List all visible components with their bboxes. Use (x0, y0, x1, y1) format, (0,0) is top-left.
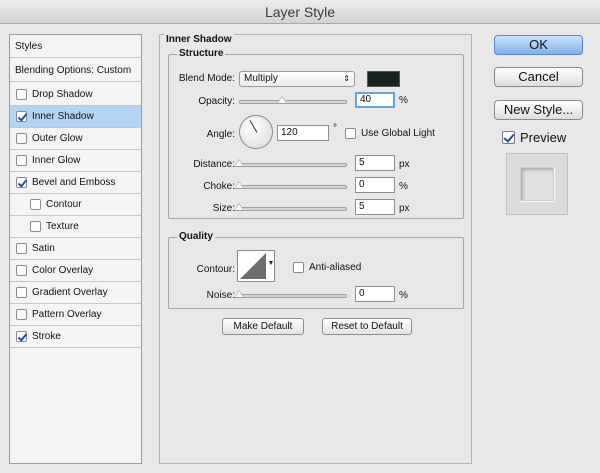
angle-unit: ° (333, 123, 337, 134)
size-label: Size: (212, 203, 235, 214)
preview-inner-square (520, 167, 554, 201)
opacity-input[interactable]: 40 (355, 92, 395, 108)
preview-checkbox[interactable] (502, 131, 515, 144)
opacity-unit: % (399, 95, 408, 106)
style-item-checkbox[interactable] (16, 243, 27, 254)
style-item-checkbox[interactable] (16, 331, 27, 342)
style-item-checkbox[interactable] (16, 155, 27, 166)
style-item-inner-shadow[interactable]: Inner Shadow (10, 106, 141, 128)
preview-thumbnail (506, 153, 568, 215)
ok-button[interactable]: OK (494, 35, 583, 55)
inner-shadow-panel: Inner Shadow Structure Blend Mode: Multi… (159, 34, 472, 464)
style-item-label: Outer Glow (32, 133, 83, 144)
style-item-label: Bevel and Emboss (32, 177, 116, 188)
opacity-slider-thumb[interactable] (277, 96, 288, 104)
contour-label: Contour: (196, 264, 235, 275)
style-item-checkbox[interactable] (16, 89, 27, 100)
angle-label: Angle: (206, 129, 235, 140)
style-item-checkbox[interactable] (16, 177, 27, 188)
opacity-label: Opacity: (198, 96, 235, 107)
style-item-checkbox[interactable] (30, 199, 41, 210)
window-titlebar: Layer Style (0, 0, 600, 24)
style-item-pattern-overlay[interactable]: Pattern Overlay (10, 304, 141, 326)
style-item-label: Texture (46, 221, 79, 232)
choke-label: Choke: (203, 181, 235, 192)
styles-header[interactable]: Styles (10, 35, 141, 58)
choke-input[interactable]: 0 (355, 177, 395, 193)
style-item-gradient-overlay[interactable]: Gradient Overlay (10, 282, 141, 304)
distance-slider-thumb[interactable] (234, 159, 244, 167)
angle-dial[interactable] (239, 115, 273, 149)
choke-unit: % (399, 181, 408, 192)
noise-label: Noise: (206, 290, 235, 301)
style-item-checkbox[interactable] (16, 111, 27, 122)
updown-arrows-icon: ⇕ (343, 74, 350, 83)
style-item-label: Stroke (32, 331, 61, 342)
global-light-checkbox[interactable] (345, 128, 356, 139)
style-item-label: Gradient Overlay (32, 287, 108, 298)
style-item-outer-glow[interactable]: Outer Glow (10, 128, 141, 150)
new-style-button[interactable]: New Style... (494, 100, 583, 120)
quality-title: Quality (177, 231, 215, 242)
style-item-color-overlay[interactable]: Color Overlay (10, 260, 141, 282)
style-item-stroke[interactable]: Stroke (10, 326, 141, 348)
style-item-checkbox[interactable] (16, 133, 27, 144)
style-item-checkbox[interactable] (30, 221, 41, 232)
style-item-inner-glow[interactable]: Inner Glow (10, 150, 141, 172)
reset-to-default-button[interactable]: Reset to Default (322, 318, 412, 335)
distance-input[interactable]: 5 (355, 155, 395, 171)
linear-contour-icon (240, 253, 273, 279)
style-item-label: Pattern Overlay (32, 309, 102, 320)
size-slider-thumb[interactable] (234, 203, 244, 211)
quality-group: Quality Contour: Anti-aliased Noise: 0 % (168, 231, 464, 309)
noise-input[interactable]: 0 (355, 286, 395, 302)
style-item-checkbox[interactable] (16, 265, 27, 276)
choke-slider-thumb[interactable] (234, 181, 244, 189)
make-default-button[interactable]: Make Default (222, 318, 304, 335)
blending-options-item[interactable]: Blending Options: Custom (10, 59, 141, 82)
style-item-checkbox[interactable] (16, 287, 27, 298)
style-item-satin[interactable]: Satin (10, 238, 141, 260)
style-item-bevel-and-emboss[interactable]: Bevel and Emboss (10, 172, 141, 194)
cancel-button[interactable]: Cancel (494, 67, 583, 87)
blend-mode-value: Multiply (244, 73, 278, 84)
distance-label: Distance: (193, 159, 235, 170)
anti-aliased-checkbox[interactable] (293, 262, 304, 273)
structure-group: Structure Blend Mode: Multiply ⇕ Opacity… (168, 48, 464, 219)
style-item-checkbox[interactable] (16, 309, 27, 320)
distance-slider[interactable] (239, 163, 347, 167)
size-input[interactable]: 5 (355, 199, 395, 215)
style-item-label: Drop Shadow (32, 89, 93, 100)
style-item-label: Inner Shadow (32, 111, 94, 122)
style-item-label: Contour (46, 199, 82, 210)
preview-label: Preview (520, 130, 567, 145)
opacity-slider[interactable] (239, 100, 347, 104)
blend-mode-select[interactable]: Multiply ⇕ (239, 71, 355, 87)
angle-indicator (249, 120, 258, 133)
style-item-label: Color Overlay (32, 265, 94, 276)
noise-unit: % (399, 290, 408, 301)
noise-slider-thumb[interactable] (234, 290, 244, 298)
size-slider[interactable] (239, 207, 347, 211)
panel-title: Inner Shadow (164, 34, 234, 45)
style-item-label: Satin (32, 243, 55, 254)
style-item-texture[interactable]: Texture (10, 216, 141, 238)
blend-mode-label: Blend Mode: (178, 73, 235, 84)
structure-title: Structure (177, 48, 226, 59)
contour-picker[interactable] (237, 250, 275, 282)
style-item-drop-shadow[interactable]: Drop Shadow (10, 84, 141, 106)
global-light-label: Use Global Light (361, 128, 435, 139)
distance-unit: px (399, 159, 410, 170)
anti-aliased-label: Anti-aliased (309, 262, 362, 273)
style-item-label: Inner Glow (32, 155, 81, 166)
choke-slider[interactable] (239, 185, 347, 189)
style-item-contour[interactable]: Contour (10, 194, 141, 216)
shadow-color-swatch[interactable] (367, 71, 400, 87)
size-unit: px (399, 203, 410, 214)
angle-input[interactable]: 120 (277, 125, 329, 141)
window-title: Layer Style (264, 4, 336, 20)
styles-panel: Styles Blending Options: Custom Drop Sha… (9, 34, 142, 464)
noise-slider[interactable] (239, 294, 347, 298)
